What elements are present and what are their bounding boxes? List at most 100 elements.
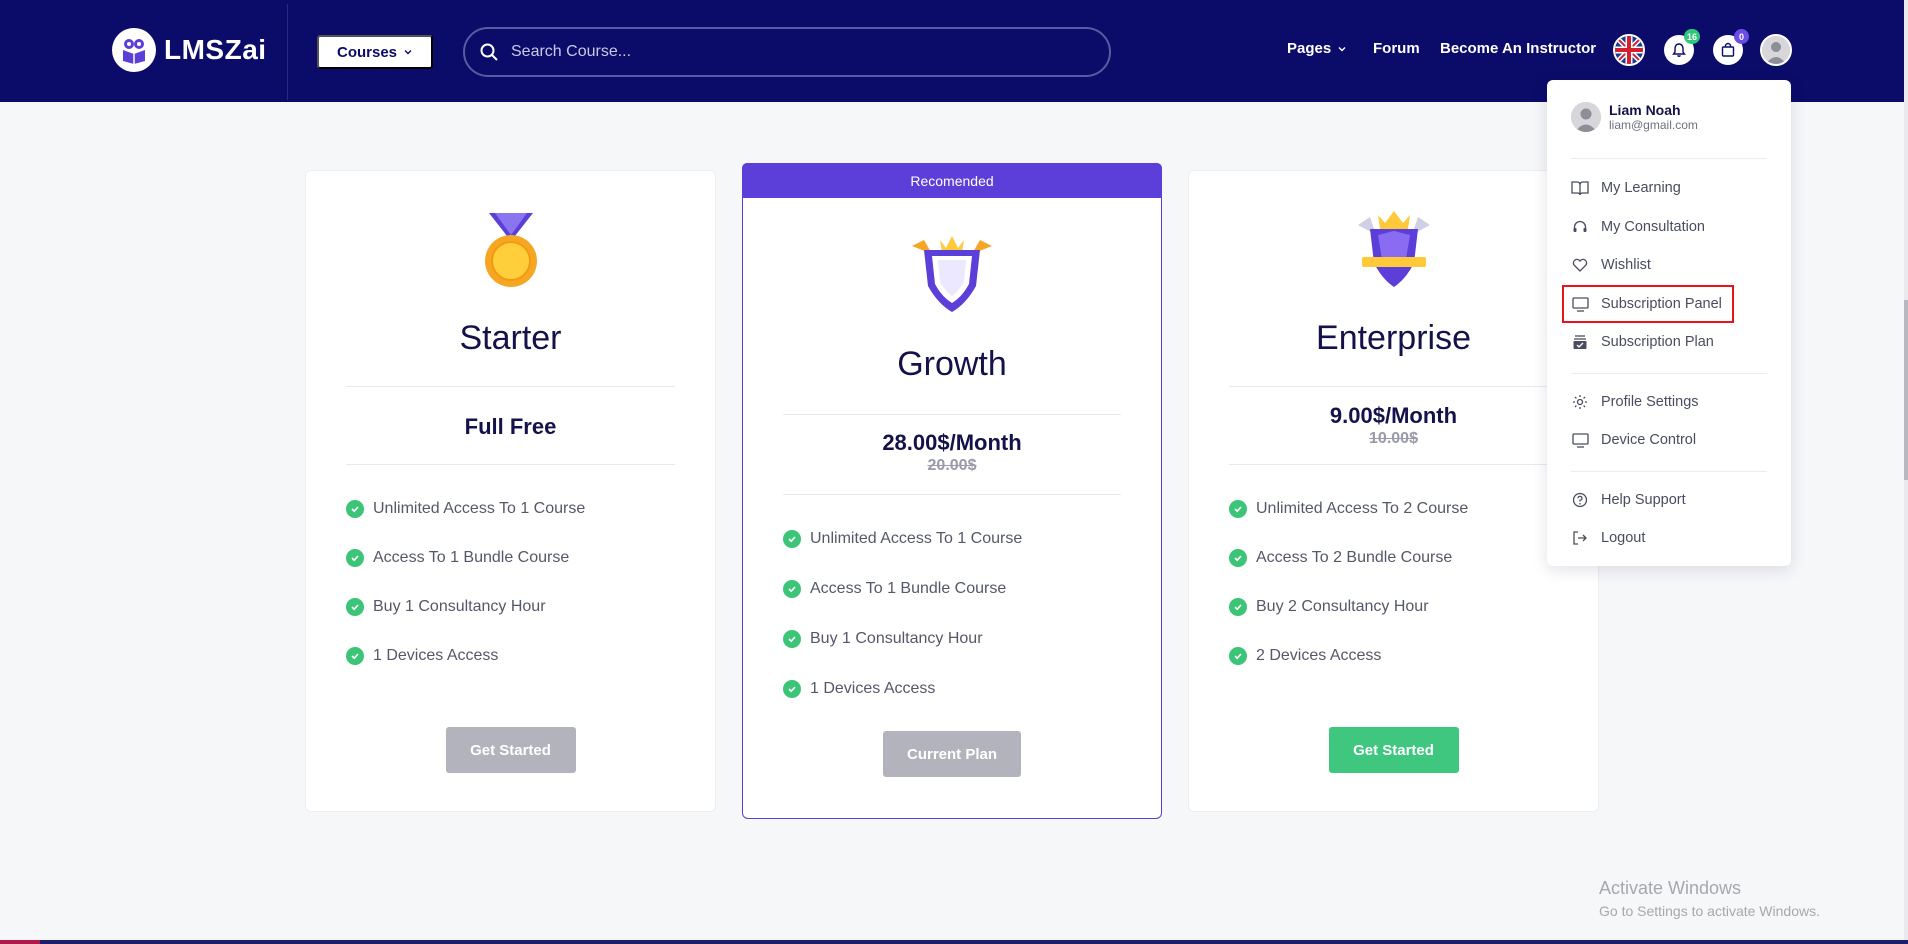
divider (346, 386, 675, 387)
feature-text: 1 Devices Access (373, 646, 499, 664)
check-icon (1229, 499, 1247, 518)
feature-text: Buy 2 Consultancy Hour (1256, 597, 1429, 615)
menu-item-wishlist[interactable]: Wishlist (1571, 256, 1651, 274)
chevron-down-icon (404, 50, 412, 55)
book-icon (1571, 179, 1589, 197)
nav-pages[interactable]: Pages (1287, 40, 1347, 57)
header-divider (287, 4, 288, 100)
feature-list: Unlimited Access To 1 Course Access To 1… (346, 484, 585, 680)
divider (1571, 373, 1767, 374)
search-bar[interactable] (463, 27, 1111, 77)
heart-icon (1571, 256, 1589, 274)
divider (1229, 386, 1558, 387)
shopping-bag-icon (1721, 42, 1735, 57)
shield-icon (910, 234, 994, 321)
plan-card-enterprise: Enterprise 9.00$/Month 10.00$ Unlimited … (1188, 170, 1599, 812)
menu-item-profile-settings[interactable]: Profile Settings (1571, 393, 1699, 411)
check-icon (783, 680, 801, 698)
menu-item-label: Subscription Plan (1601, 334, 1714, 350)
crown-shield-icon (1354, 211, 1434, 296)
nav-forum[interactable]: Forum (1373, 40, 1420, 57)
plan-old-price: 20.00$ (927, 457, 977, 474)
medal-icon (471, 211, 551, 296)
page-scrollbar[interactable] (1904, 0, 1908, 944)
divider (783, 494, 1121, 495)
check-icon (346, 499, 364, 518)
plan-name: Enterprise (1316, 319, 1471, 357)
feature-text: Unlimited Access To 2 Course (1256, 499, 1469, 517)
monitor-icon (1571, 431, 1589, 449)
courses-dropdown-button[interactable]: Courses (317, 35, 433, 69)
plan-name: Starter (459, 319, 562, 357)
logo-text: LMSZai (164, 34, 267, 65)
scrollbar-thumb[interactable] (1904, 300, 1908, 480)
divider (1229, 464, 1558, 465)
menu-item-label: My Learning (1601, 180, 1681, 196)
cart-button[interactable]: 0 (1713, 29, 1749, 65)
help-circle-icon (1571, 491, 1589, 509)
feature-text: Buy 1 Consultancy Hour (810, 630, 983, 647)
check-icon (783, 580, 801, 598)
check-icon (346, 646, 364, 665)
user-avatar-button[interactable] (1760, 34, 1792, 66)
feature-item: 2 Devices Access (1229, 631, 1468, 680)
user-email: liam@gmail.com (1609, 118, 1698, 132)
plan-old-price: 10.00$ (1369, 430, 1418, 447)
bottom-strip (0, 940, 1908, 944)
feature-text: Unlimited Access To 1 Course (373, 499, 586, 517)
menu-item-label: Device Control (1601, 432, 1697, 448)
bell-icon (1672, 43, 1686, 57)
feature-item: Unlimited Access To 2 Course (1229, 484, 1468, 533)
check-icon (1229, 597, 1247, 616)
feature-text: Unlimited Access To 1 Course (810, 530, 1023, 547)
divider (783, 414, 1121, 415)
logo[interactable]: LMSZai (112, 28, 267, 72)
menu-item-label: My Consultation (1601, 219, 1705, 235)
feature-item: Access To 1 Bundle Course (783, 564, 1022, 614)
logo-icon (112, 28, 156, 72)
get-started-button[interactable]: Get Started (1328, 727, 1459, 773)
menu-item-label: Help Support (1601, 492, 1686, 508)
menu-item-logout[interactable]: Logout (1571, 529, 1645, 547)
current-plan-button[interactable]: Current Plan (883, 731, 1021, 777)
check-icon (1229, 548, 1247, 567)
notification-button[interactable]: 16 (1664, 29, 1700, 65)
headset-icon (1571, 218, 1589, 236)
get-started-button[interactable]: Get Started (445, 727, 576, 773)
divider (1571, 471, 1767, 472)
feature-text: 1 Devices Access (810, 680, 936, 697)
nav-become-instructor[interactable]: Become An Instructor (1440, 40, 1596, 57)
search-input[interactable] (511, 43, 1071, 61)
feature-item: Buy 1 Consultancy Hour (346, 582, 585, 631)
user-dropdown-menu: Liam Noah liam@gmail.com My Learning My … (1547, 80, 1791, 566)
check-icon (1229, 646, 1247, 665)
plan-price: 28.00$/Month (882, 430, 1022, 455)
menu-item-subscription-plan[interactable]: Subscription Plan (1571, 333, 1714, 351)
menu-item-help-support[interactable]: Help Support (1571, 491, 1686, 509)
notification-count-badge: 16 (1683, 29, 1700, 44)
language-flag-icon[interactable] (1613, 34, 1645, 66)
menu-item-my-consultation[interactable]: My Consultation (1571, 218, 1705, 236)
feature-item: Access To 2 Bundle Course (1229, 533, 1468, 582)
highlight-box (1562, 285, 1734, 323)
user-name: Liam Noah (1609, 102, 1681, 118)
courses-label: Courses (336, 43, 398, 61)
search-icon (480, 43, 498, 61)
dropdown-user-info: Liam Noah liam@gmail.com (1571, 102, 1698, 132)
plan-price: Full Free (464, 414, 557, 439)
plan-card-starter: Starter Full Free Unlimited Access To 1 … (305, 170, 716, 812)
plan-price: 9.00$/Month (1329, 403, 1458, 428)
activate-windows-title: Activate Windows (1599, 878, 1742, 898)
feature-item: Buy 1 Consultancy Hour (783, 614, 1022, 664)
feature-list: Unlimited Access To 2 Course Access To 2… (1229, 484, 1468, 680)
feature-text: Access To 2 Bundle Course (1256, 548, 1453, 566)
feature-item: Access To 1 Bundle Course (346, 533, 585, 582)
check-icon (346, 548, 364, 567)
feature-text: Access To 1 Bundle Course (810, 580, 1007, 597)
menu-item-my-learning[interactable]: My Learning (1571, 179, 1681, 197)
gear-icon (1571, 393, 1589, 411)
plan-name: Growth (897, 345, 1007, 383)
menu-item-device-control[interactable]: Device Control (1571, 431, 1696, 449)
menu-item-label: Wishlist (1601, 257, 1651, 273)
feature-text: Access To 1 Bundle Course (373, 548, 570, 566)
